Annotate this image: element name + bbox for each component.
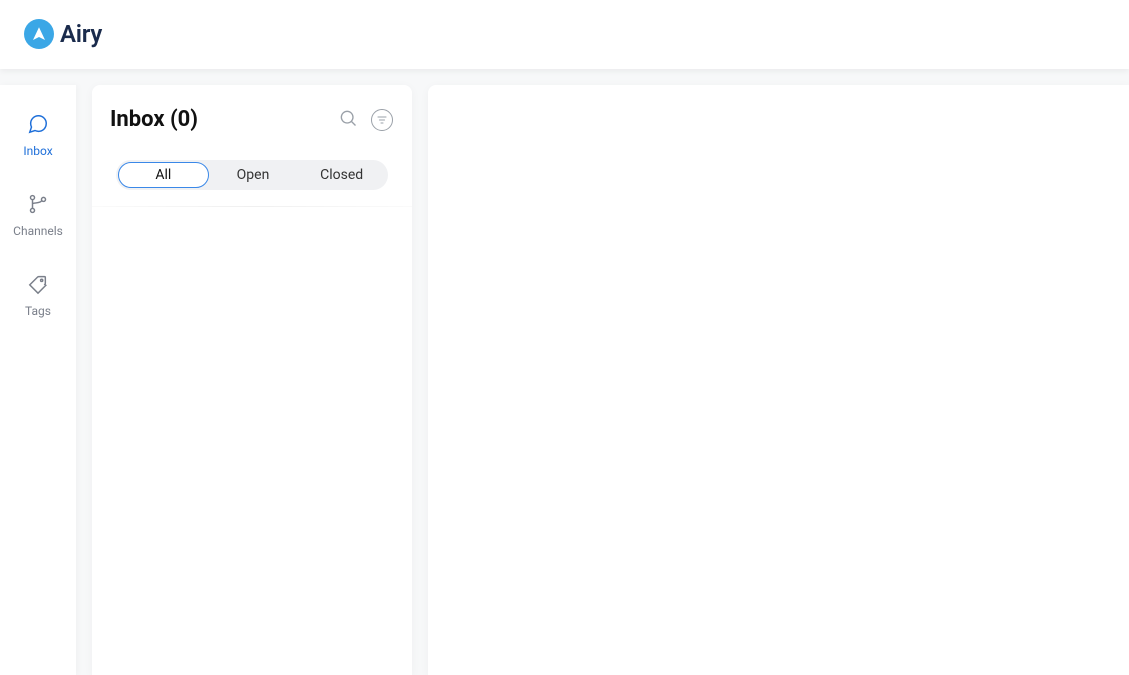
sidebar-item-inbox[interactable]: Inbox xyxy=(0,109,76,161)
search-button[interactable] xyxy=(336,108,360,132)
inbox-header: Inbox (0) xyxy=(92,85,412,132)
brand-logo[interactable]: Airy xyxy=(24,19,102,49)
sidebar-item-label: Inbox xyxy=(23,145,52,157)
main-layout: Inbox Channels Tags xyxy=(0,69,1129,675)
chat-bubble-icon xyxy=(27,113,49,139)
conversation-content-panel xyxy=(428,85,1129,675)
sidebar-item-label: Channels xyxy=(13,225,63,237)
inbox-header-actions xyxy=(336,108,394,132)
git-branch-icon xyxy=(27,193,49,219)
tab-closed[interactable]: Closed xyxy=(297,162,386,188)
search-icon xyxy=(338,108,358,132)
inbox-divider xyxy=(92,206,412,207)
sidebar-item-channels[interactable]: Channels xyxy=(0,189,76,241)
sidebar-item-label: Tags xyxy=(25,305,51,317)
filter-icon xyxy=(371,109,393,131)
tab-all[interactable]: All xyxy=(118,162,209,188)
app-header: Airy xyxy=(0,0,1129,69)
tab-open[interactable]: Open xyxy=(209,162,298,188)
filter-button[interactable] xyxy=(370,108,394,132)
sidebar-nav: Inbox Channels Tags xyxy=(0,85,76,675)
brand-logo-mark-icon xyxy=(24,19,54,49)
inbox-status-tabs: All Open Closed xyxy=(116,160,388,190)
brand-name: Airy xyxy=(60,20,102,48)
sidebar-item-tags[interactable]: Tags xyxy=(0,269,76,321)
inbox-panel: Inbox (0) xyxy=(92,85,412,675)
tag-icon xyxy=(27,273,49,299)
inbox-title: Inbox (0) xyxy=(110,107,198,132)
